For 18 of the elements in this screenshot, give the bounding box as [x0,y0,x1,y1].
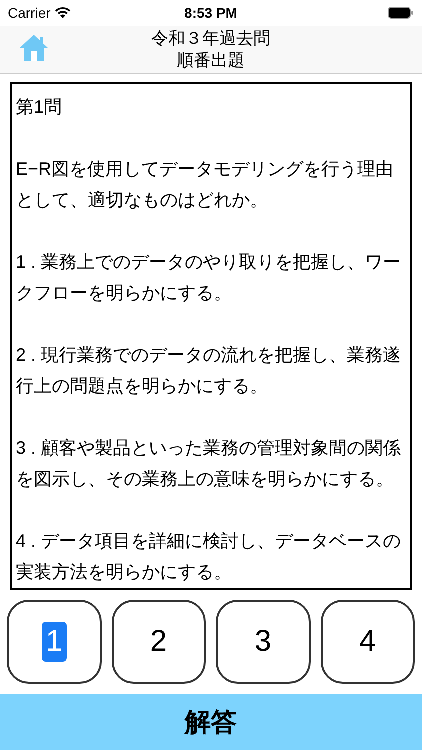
choice-button[interactable]: 1 [7,600,102,684]
question-number: 第1問 [16,96,64,119]
choice-button[interactable]: 3 [216,600,310,684]
nav-title: 令和３年過去問 [152,28,270,50]
nav-subtitle: 順番出題 [177,50,245,72]
choice-text: 2 . 現行業務でのデータの流れを把握し、業務遂行上の問題点を明らかにする。 [16,344,402,398]
answer-submit-button[interactable]: 解答 [0,694,422,750]
choice-button[interactable]: 4 [320,600,415,684]
choice-button[interactable]: 2 [112,600,206,684]
home-icon[interactable] [19,34,49,62]
choice-text: 1 . 業務上でのデータのやり取りを把握し、ワークフローを明らかにする。 [16,251,402,305]
wifi-icon [54,7,71,19]
battery-icon [388,7,414,19]
carrier-label: Carrier [8,4,51,22]
question-text: E−R図を使用してデータモデリングを行う理由として、適切なものはどれか。 [16,158,395,212]
choice-text: 4 . データ項目を詳細に検討し、データベースの実装方法を明らかにする。 [16,530,402,584]
clock-time: 8:53 PM [184,4,238,22]
choice-text: 3 . 顧客や製品といった業務の管理対象間の関係を図示し、その業務上の意味を明らかにする。 [16,437,402,491]
